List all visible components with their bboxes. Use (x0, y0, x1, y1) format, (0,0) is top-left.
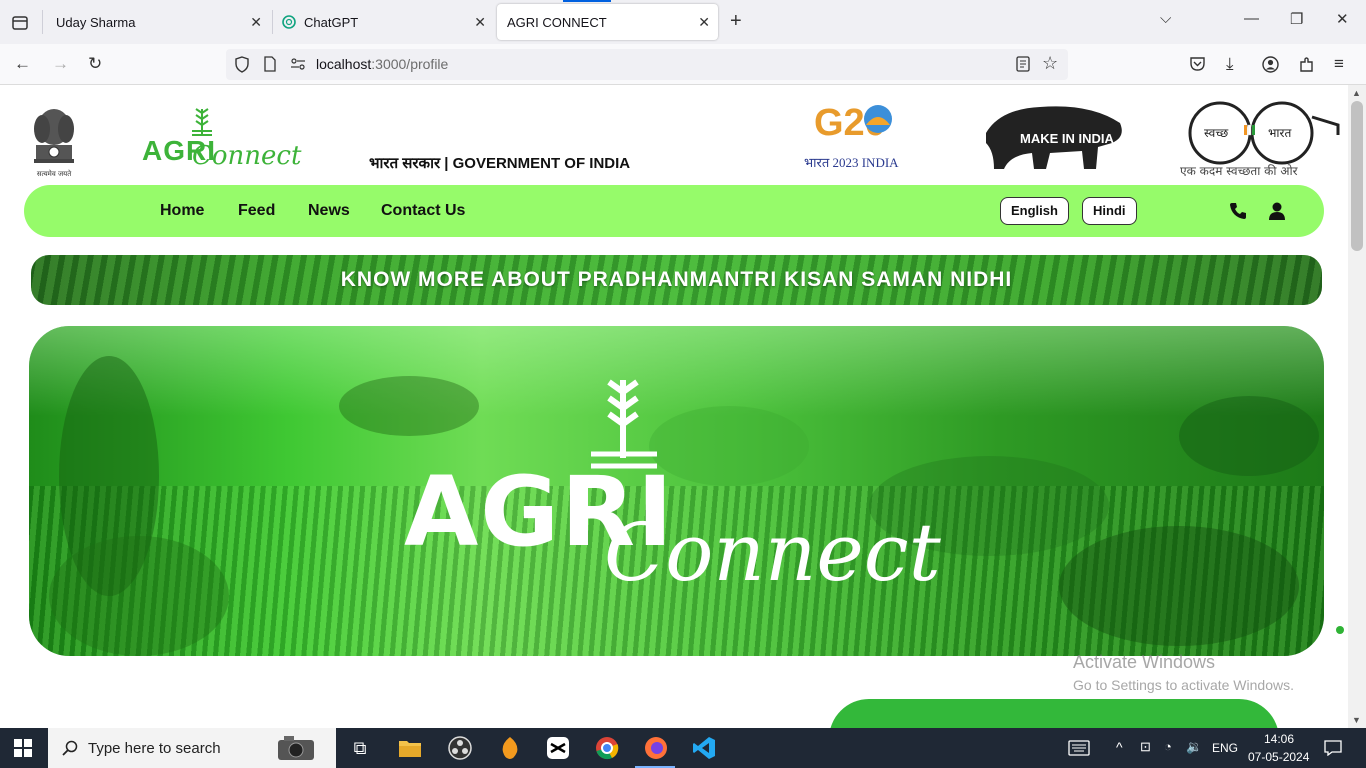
english-button[interactable]: English (1000, 197, 1069, 225)
phone-icon[interactable] (1228, 201, 1248, 221)
capcut-icon[interactable] (544, 734, 572, 762)
tray-chevron-up-icon[interactable]: ^ (1116, 739, 1123, 755)
meet-now-icon[interactable]: ⊡ (1140, 739, 1151, 755)
close-tab-icon[interactable]: ✕ (474, 14, 486, 31)
chrome-icon[interactable] (593, 734, 621, 762)
make-in-india-text: MAKE IN INDIA (1020, 131, 1115, 146)
g20-caption: भारत 2023 INDIA (804, 155, 899, 170)
language-indicator[interactable]: ENG (1212, 741, 1238, 755)
restore-icon[interactable]: ❐ (1290, 10, 1303, 28)
tab-loading-indicator (563, 0, 611, 2)
menu-icon[interactable]: ≡ (1334, 54, 1344, 74)
page-icon (264, 56, 276, 72)
swachh-tagline: एक कदम स्वच्छता की ओर (1180, 164, 1299, 178)
hero-banner: AGRI Connect (29, 326, 1324, 656)
chatgpt-icon (282, 15, 296, 29)
scrollbar-thumb[interactable] (1351, 101, 1363, 251)
tab-title: AGRI CONNECT (507, 14, 607, 30)
shield-icon[interactable] (234, 56, 250, 73)
browser-tab-agri-connect[interactable]: AGRI CONNECT ✕ (497, 4, 718, 40)
reader-view-icon[interactable] (1016, 56, 1030, 72)
notifications-icon[interactable] (1324, 740, 1342, 756)
browser-tab-uday[interactable]: Uday Sharma ✕ (46, 4, 270, 40)
clock-time[interactable]: 14:06 (1264, 732, 1294, 746)
tab-title: ChatGPT (304, 14, 359, 30)
url-bar[interactable]: localhost:3000/profile ☆ (226, 49, 1068, 80)
clock-date[interactable]: 07-05-2024 (1248, 750, 1309, 764)
volume-icon[interactable]: 🔉 (1186, 739, 1202, 755)
task-view-icon[interactable]: ⧉ (346, 734, 374, 762)
government-text: भारत सरकार | GOVERNMENT OF INDIA (369, 155, 631, 172)
hero-logo-connect: Connect (604, 506, 941, 599)
keyboard-layout-icon[interactable] (1068, 740, 1090, 756)
pocket-icon[interactable] (1189, 56, 1206, 72)
back-icon[interactable]: ← (14, 54, 31, 74)
site-navbar: Home Feed News Contact Us English Hindi (24, 185, 1324, 237)
permissions-icon[interactable] (290, 58, 306, 70)
firefox-icon[interactable] (642, 734, 670, 762)
nav-feed[interactable]: Feed (238, 202, 275, 220)
emblem-caption: सत्यमेव जयते (37, 169, 72, 178)
status-dot (1336, 626, 1344, 634)
hindi-button[interactable]: Hindi (1082, 197, 1137, 225)
close-tab-icon[interactable]: ✕ (250, 14, 262, 31)
nav-contact-us[interactable]: Contact Us (381, 202, 465, 220)
bookmark-star-icon[interactable]: ☆ (1042, 53, 1058, 74)
camera-icon (278, 736, 314, 760)
tab-title: Uday Sharma (56, 14, 136, 30)
file-explorer-icon[interactable] (396, 734, 424, 762)
search-placeholder: Type here to search (88, 740, 221, 757)
g20-logo: G20 भारत 2023 INDIA (804, 102, 899, 170)
activate-windows-subtitle: Go to Settings to activate Windows. (1073, 677, 1294, 693)
reload-icon[interactable]: ↻ (88, 54, 102, 74)
account-icon[interactable] (1262, 56, 1279, 73)
url-text[interactable]: localhost:3000/profile (316, 56, 448, 72)
windows-start-icon[interactable] (14, 739, 32, 757)
browser-toolbar: ← → ↻ localhost:3000/profile ☆ ⤓ ≡ (0, 44, 1366, 85)
hero-farmers-image (49, 356, 1319, 656)
nav-home[interactable]: Home (160, 202, 204, 220)
scroll-up-icon[interactable]: ▲ (1352, 88, 1361, 98)
swachh-bharat-logo: स्वच्छ भारत एक कदम स्वच्छता की ओर (1180, 101, 1340, 178)
kisan-banner-text: KNOW MORE ABOUT PRADHANMANTRI KISAN SAMA… (340, 268, 1013, 291)
make-in-india-logo: MAKE IN INDIA (986, 106, 1122, 169)
fl-studio-icon[interactable] (496, 734, 524, 762)
minimize-icon[interactable]: — (1244, 10, 1259, 27)
scroll-down-icon[interactable]: ▼ (1352, 715, 1361, 725)
activate-windows-title: Activate Windows (1073, 652, 1216, 672)
search-icon (62, 740, 78, 756)
url-path: :3000/profile (371, 56, 449, 72)
extensions-icon[interactable] (1298, 56, 1315, 73)
bottom-card[interactable] (829, 699, 1279, 728)
obs-icon[interactable] (446, 734, 474, 762)
windows-taskbar: Type here to search ⧉ ^ ⊡ ◔ 🔉 ENG 14:06 … (0, 728, 1366, 768)
brand-connect-text: Connect (192, 141, 302, 171)
taskbar-search[interactable]: Type here to search (48, 728, 336, 768)
tab-divider (42, 10, 43, 34)
browser-tab-chatgpt[interactable]: ChatGPT ✕ (272, 4, 494, 40)
forward-icon[interactable]: → (52, 54, 69, 74)
page-scrollbar[interactable]: ▲ ▼ (1348, 85, 1366, 728)
national-emblem-icon: सत्यमेव जयते (34, 109, 74, 178)
swachh-left-text: स्वच्छ (1204, 126, 1228, 140)
download-icon[interactable]: ⤓ (1226, 54, 1234, 74)
kisan-nidhi-banner[interactable]: KNOW MORE ABOUT PRADHANMANTRI KISAN SAMA… (31, 255, 1322, 305)
vscode-icon[interactable] (690, 734, 718, 762)
nav-news[interactable]: News (308, 202, 350, 220)
chevron-down-icon[interactable]: ⌵ (1160, 10, 1171, 27)
page-viewport: सत्यमेव जयते AGRI Connect भारत सरकार | G… (0, 85, 1348, 728)
new-tab-icon[interactable]: + (730, 10, 742, 33)
url-host: localhost (316, 56, 372, 72)
browser-tab-strip: Uday Sharma ✕ ChatGPT ✕ AGRI CONNECT ✕ +… (0, 0, 1366, 44)
tab-list-icon[interactable] (8, 12, 32, 34)
swachh-right-text: भारत (1268, 126, 1292, 140)
close-tab-icon[interactable]: ✕ (698, 14, 710, 31)
user-profile-icon[interactable] (1267, 201, 1287, 221)
network-icon[interactable]: ◔ (1164, 739, 1172, 754)
close-window-icon[interactable]: ✕ (1336, 10, 1349, 28)
